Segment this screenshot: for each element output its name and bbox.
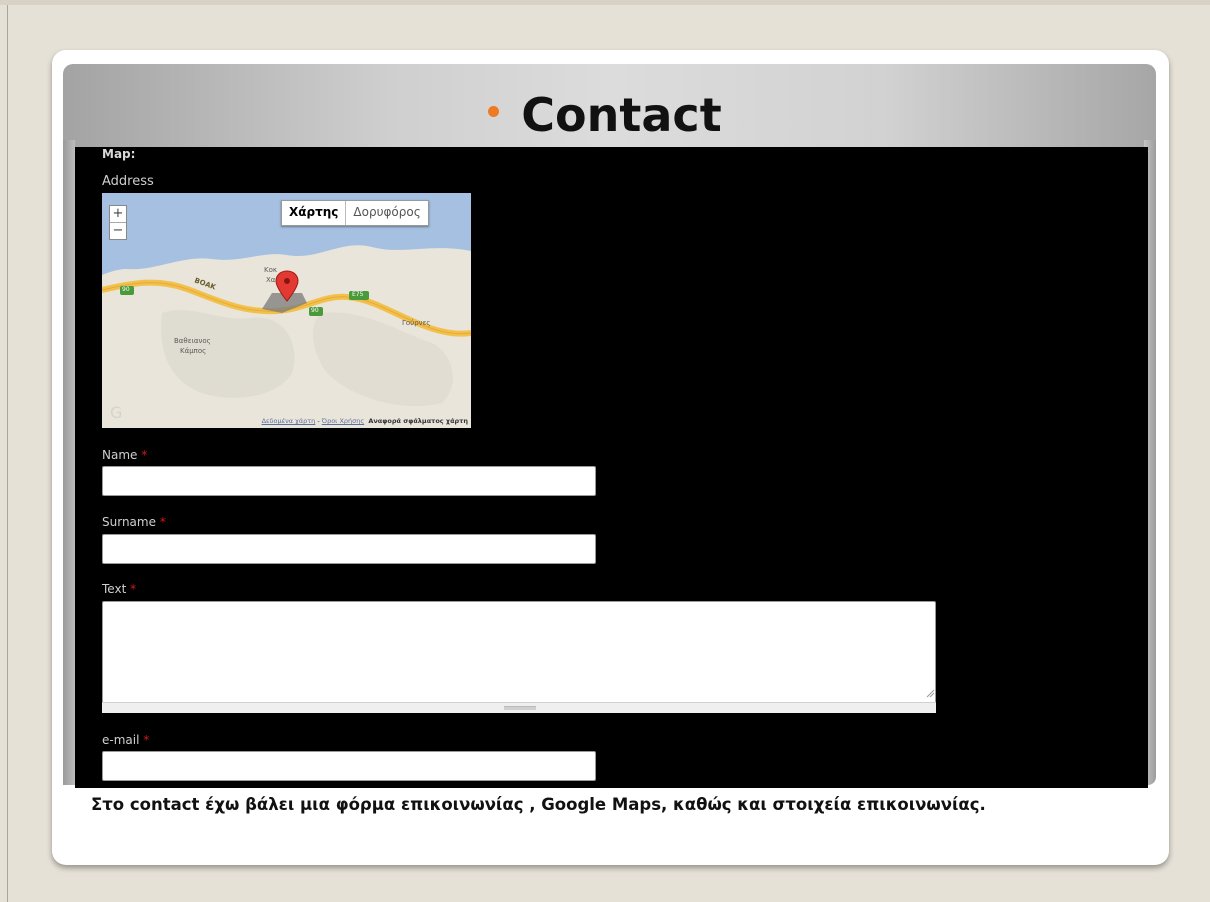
road-number-label: 90 xyxy=(122,286,130,293)
grip-handle-icon xyxy=(504,706,536,710)
address-label: Address xyxy=(102,174,154,189)
surname-field-label: Surname * xyxy=(102,515,166,529)
map-type-control: Χάρτης Δορυφόρος xyxy=(281,200,429,226)
zoom-out-button[interactable]: − xyxy=(110,223,126,239)
map-footer: Δεδομένα χάρτη - Όροι Χρήσης Αναφορά σφά… xyxy=(102,414,471,428)
embedded-screenshot: Map: Address G ΒΟΑΚ Κοκ Χα Γούρνες Βαθει… xyxy=(75,147,1148,788)
map-terms-link[interactable]: Όροι Χρήσης xyxy=(322,417,364,425)
email-label-text: e-mail xyxy=(102,733,140,747)
surname-label-text: Surname xyxy=(102,515,156,529)
map-label: Map: xyxy=(102,147,136,161)
name-input[interactable] xyxy=(102,466,596,496)
side-shade-left xyxy=(63,140,75,785)
map-type-satellite-button[interactable]: Δορυφόρος xyxy=(346,201,427,225)
text-field-label: Text * xyxy=(102,582,136,596)
name-label-text: Name xyxy=(102,448,138,462)
google-map[interactable]: G ΒΟΑΚ Κοκ Χα Γούρνες Βαθειανος Κάμπος 9… xyxy=(102,193,471,428)
slide-caption: Στο contact έχω βάλει μια φόρμα επικοινω… xyxy=(91,795,986,814)
textarea-resize-grip[interactable] xyxy=(102,702,936,713)
surname-input[interactable] xyxy=(102,534,596,564)
map-place-label: Χα xyxy=(266,276,276,284)
required-mark: * xyxy=(159,515,166,529)
map-place-label: Γούρνες xyxy=(402,319,431,327)
slide-title-text: Contact xyxy=(521,88,722,142)
road-number-label: 90 xyxy=(311,307,319,314)
email-input[interactable] xyxy=(102,751,596,781)
road-number-label: E75 xyxy=(352,291,364,298)
email-field-label: e-mail * xyxy=(102,733,149,747)
map-type-map-button[interactable]: Χάρτης xyxy=(282,201,347,225)
top-border xyxy=(0,0,1210,5)
map-place-label: Κοκ xyxy=(264,266,277,274)
name-field-label: Name * xyxy=(102,448,147,462)
required-mark: * xyxy=(130,582,137,596)
map-place-label: Βαθειανος xyxy=(174,337,211,345)
required-mark: * xyxy=(143,733,150,747)
text-label-text: Text xyxy=(102,582,127,596)
map-data-link[interactable]: Δεδομένα χάρτη xyxy=(262,417,316,425)
map-report-link[interactable]: Αναφορά σφάλματος χάρτη xyxy=(368,417,468,425)
map-zoom-control: + − xyxy=(109,205,127,240)
title-bullet-icon xyxy=(488,105,500,117)
text-textarea[interactable] xyxy=(102,601,936,713)
zoom-in-button[interactable]: + xyxy=(110,206,126,223)
map-canvas: G xyxy=(102,193,471,428)
resize-corner-icon[interactable] xyxy=(925,688,935,698)
map-place-label: Κάμπος xyxy=(180,347,207,355)
slide-title: Contact xyxy=(0,88,1210,142)
required-mark: * xyxy=(141,448,148,462)
